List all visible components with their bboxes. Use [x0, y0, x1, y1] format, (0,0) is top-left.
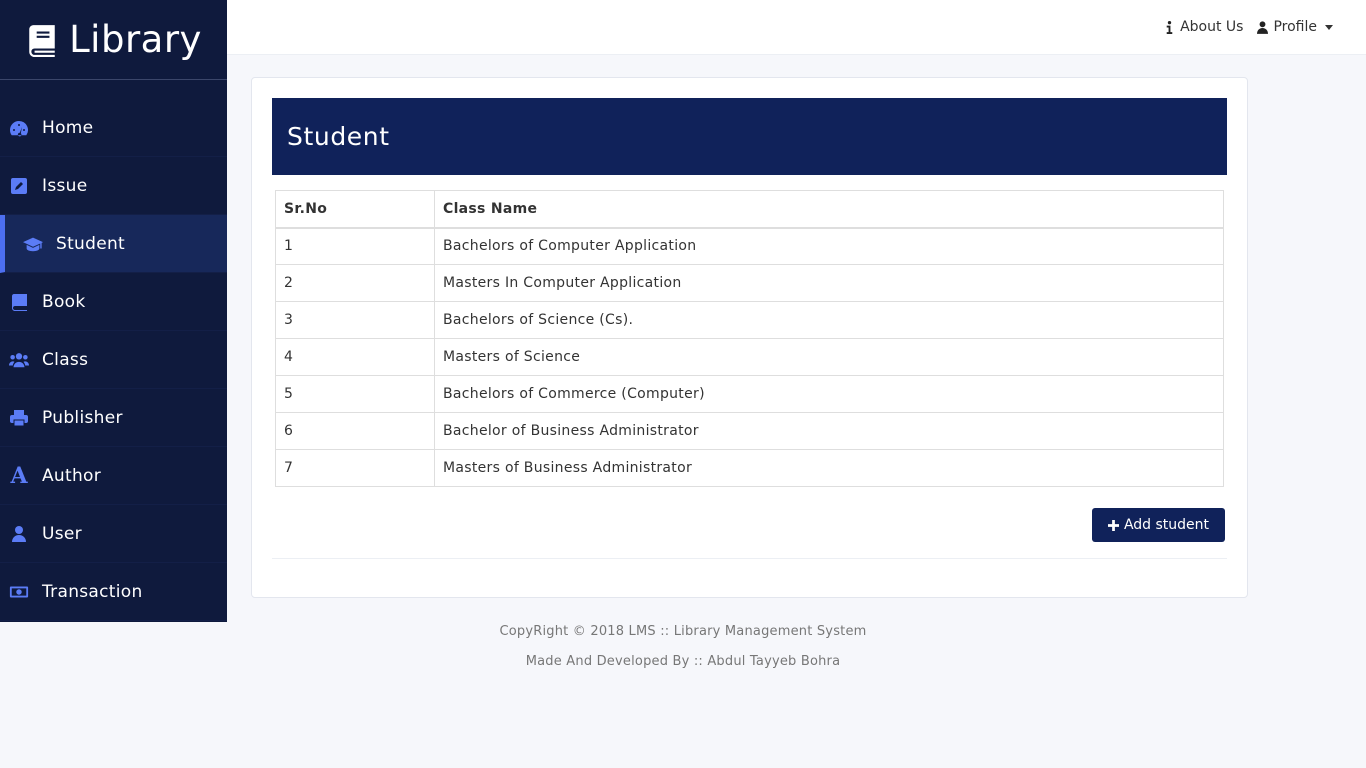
sidebar-item-label: Issue [42, 175, 88, 196]
table-row: 3 Bachelors of Science (Cs). [275, 301, 1224, 339]
cell-srno: 6 [275, 412, 435, 450]
footer-copyright: CopyRight © 2018 LMS :: Library Manageme… [499, 624, 867, 639]
font-icon: A [10, 462, 28, 489]
topbar-links: About Us Profile [1164, 19, 1333, 35]
sidebar-item-label: Home [42, 117, 94, 138]
sidebar-nav: Home Issue Student Book Class Publisher … [0, 99, 227, 621]
sidebar-item-label: Author [42, 465, 102, 486]
cell-class-name: Bachelor of Business Administrator [434, 412, 1224, 450]
topbar: About Us Profile [227, 0, 1366, 55]
cell-srno: 7 [275, 449, 435, 487]
info-icon [1166, 20, 1173, 34]
sidebar-item-label: Book [42, 291, 86, 312]
profile-dropdown[interactable]: Profile [1257, 19, 1333, 35]
footer-developer: Made And Developed By :: Abdul Tayyeb Bo… [525, 654, 841, 669]
dashboard-icon [8, 118, 30, 138]
caret-down-icon [1325, 24, 1333, 30]
cell-class-name: Bachelors of Science (Cs). [434, 301, 1224, 339]
class-table: Sr.No Class Name 1 Bachelors of Computer… [275, 190, 1224, 487]
edit-icon [8, 176, 30, 196]
sidebar-item-user[interactable]: User [0, 505, 227, 563]
sidebar-item-label: Transaction [42, 581, 143, 602]
sidebar-item-transaction[interactable]: Transaction [0, 563, 227, 621]
cell-srno: 1 [275, 227, 435, 265]
users-icon [8, 350, 30, 370]
cell-class-name: Masters In Computer Application [434, 264, 1224, 302]
print-icon [8, 408, 30, 428]
sidebar-item-publisher[interactable]: Publisher [0, 389, 227, 447]
graduation-cap-icon [22, 234, 44, 254]
brand[interactable]: Library [0, 0, 227, 80]
book-icon [8, 292, 30, 312]
about-us-link[interactable]: About Us [1164, 19, 1243, 35]
column-header-srno: Sr.No [275, 190, 435, 229]
sidebar-item-issue[interactable]: Issue [0, 157, 227, 215]
user-icon [1257, 20, 1269, 34]
panel-header: Student [272, 98, 1227, 175]
add-student-label: Add student [1123, 517, 1210, 533]
plus-icon [1107, 519, 1119, 531]
table-row: 1 Bachelors of Computer Application [275, 227, 1224, 265]
table-row: 5 Bachelors of Commerce (Computer) [275, 375, 1224, 413]
add-student-button[interactable]: Add student [1092, 508, 1225, 542]
sidebar-item-label: Class [42, 349, 89, 370]
cell-class-name: Masters of Science [434, 338, 1224, 376]
main-panel: Student Sr.No Class Name 1 Bachelors of … [251, 77, 1248, 598]
sidebar: Library Home Issue Student Book Class Pu… [0, 0, 227, 622]
table-row: 4 Masters of Science [275, 338, 1224, 376]
sidebar-item-home[interactable]: Home [0, 99, 227, 157]
footer: CopyRight © 2018 LMS :: Library Manageme… [251, 623, 1115, 683]
page-title: Student [287, 122, 390, 151]
about-us-label: About Us [1180, 19, 1244, 35]
table-row: 6 Bachelor of Business Administrator [275, 412, 1224, 450]
divider [272, 558, 1227, 559]
user-icon [8, 524, 30, 544]
cell-class-name: Bachelors of Commerce (Computer) [434, 375, 1224, 413]
sidebar-item-class[interactable]: Class [0, 331, 227, 389]
book-icon [29, 24, 55, 57]
brand-title: Library [69, 18, 202, 61]
column-header-class-name: Class Name [434, 190, 1224, 229]
profile-label: Profile [1273, 19, 1317, 35]
table-row: 7 Masters of Business Administrator [275, 449, 1224, 487]
cell-srno: 2 [275, 264, 435, 302]
cell-class-name: Bachelors of Computer Application [434, 227, 1224, 265]
money-icon [8, 582, 30, 602]
sidebar-item-book[interactable]: Book [0, 273, 227, 331]
sidebar-item-student[interactable]: Student [0, 215, 227, 273]
sidebar-item-label: Student [56, 233, 126, 254]
sidebar-item-author[interactable]: A Author [0, 447, 227, 505]
table-header-row: Sr.No Class Name [275, 190, 1224, 229]
table-row: 2 Masters In Computer Application [275, 264, 1224, 302]
cell-srno: 5 [275, 375, 435, 413]
cell-class-name: Masters of Business Administrator [434, 449, 1224, 487]
sidebar-item-label: User [42, 523, 82, 544]
sidebar-item-label: Publisher [42, 407, 123, 428]
cell-srno: 4 [275, 338, 435, 376]
cell-srno: 3 [275, 301, 435, 339]
